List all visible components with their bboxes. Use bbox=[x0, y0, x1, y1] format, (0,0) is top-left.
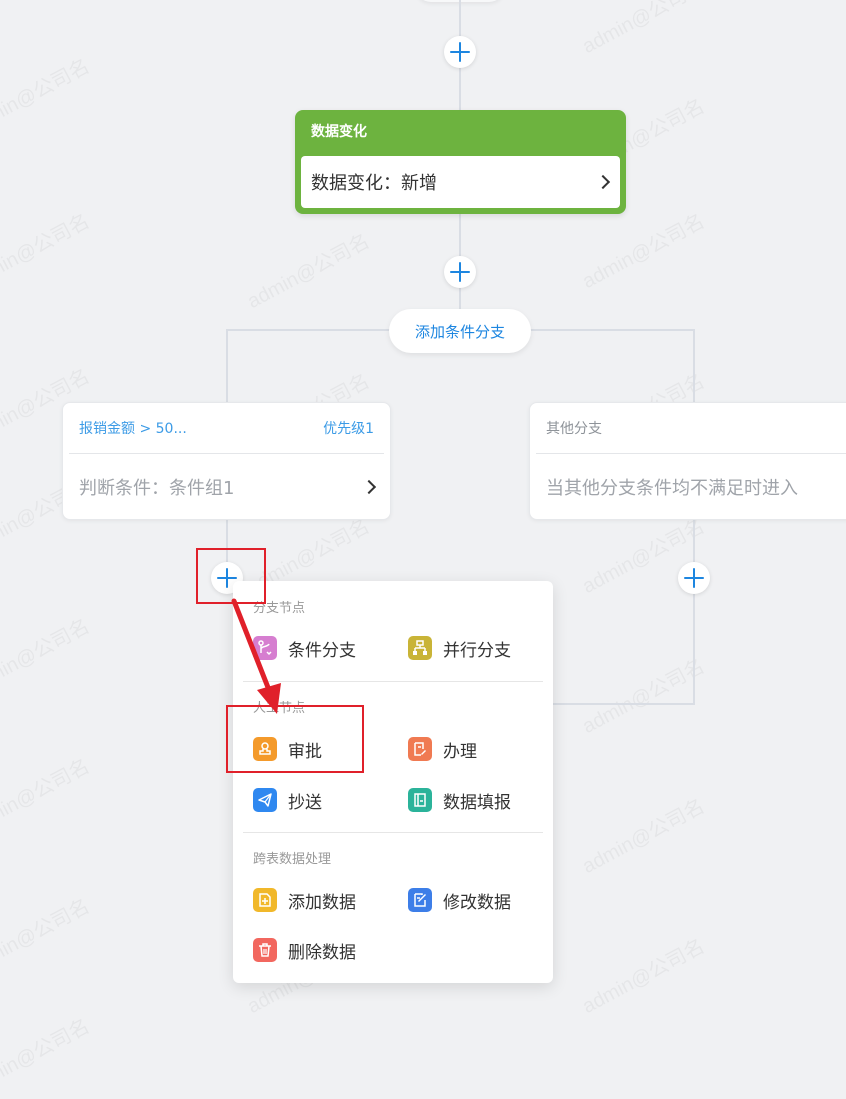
watermark: admin@公司名 bbox=[576, 0, 709, 59]
branch-priority: 优先级1 bbox=[323, 421, 374, 437]
trash-icon bbox=[253, 938, 277, 962]
menu-item-parallel-branch[interactable]: 并行分支 bbox=[408, 633, 511, 663]
branch-condition: 判断条件：条件组1 bbox=[79, 478, 235, 499]
watermark: admin@公司名 bbox=[0, 50, 94, 139]
watermark: admin@公司名 bbox=[0, 750, 94, 839]
branch-name: 其他分支 bbox=[546, 421, 602, 437]
chevron-right-icon bbox=[595, 174, 611, 190]
menu-item-delete-data[interactable]: 删除数据 bbox=[253, 935, 356, 965]
menu-item-data-fill[interactable]: 数据填报 bbox=[408, 785, 511, 815]
handle-icon bbox=[408, 737, 432, 761]
menu-item-condition-branch[interactable]: 条件分支 bbox=[253, 633, 356, 663]
highlight-box-plus bbox=[196, 548, 266, 604]
chevron-right-icon bbox=[361, 479, 377, 495]
form-icon bbox=[408, 788, 432, 812]
highlight-box-approve bbox=[226, 705, 364, 773]
watermark: admin@公司名 bbox=[0, 205, 94, 294]
watermark: admin@公司名 bbox=[0, 1010, 94, 1099]
trigger-node-description: 数据变化：新增 bbox=[311, 173, 437, 194]
divider bbox=[243, 681, 543, 682]
send-icon bbox=[253, 788, 277, 812]
add-node-button[interactable] bbox=[444, 256, 476, 288]
branch-name: 报销金额 > 50... bbox=[79, 421, 187, 437]
add-data-icon bbox=[253, 888, 277, 912]
watermark: admin@公司名 bbox=[0, 610, 94, 699]
menu-item-handle[interactable]: 办理 bbox=[408, 734, 477, 764]
trigger-node-body[interactable]: 数据变化：新增 bbox=[301, 156, 620, 208]
plus-icon bbox=[450, 262, 470, 282]
menu-item-label: 删除数据 bbox=[288, 942, 356, 963]
watermark: admin@公司名 bbox=[576, 205, 709, 294]
watermark: admin@公司名 bbox=[0, 890, 94, 979]
watermark: admin@公司名 bbox=[241, 225, 374, 314]
divider bbox=[243, 832, 543, 833]
menu-item-label: 并行分支 bbox=[443, 640, 511, 661]
connector-line bbox=[693, 519, 695, 705]
branch-card-right[interactable]: 其他分支 当其他分支条件均不满足时进入 bbox=[529, 402, 846, 520]
add-node-button-right-branch[interactable] bbox=[678, 562, 710, 594]
section-title: 跨表数据处理 bbox=[253, 852, 332, 867]
branch-icon bbox=[253, 636, 277, 660]
menu-item-label: 办理 bbox=[443, 741, 477, 762]
add-node-menu: 分支节点 条件分支 并行分支 人工节点 审批 办理 抄送 数据填报 跨表数据处理… bbox=[233, 581, 553, 983]
menu-item-label: 条件分支 bbox=[288, 640, 356, 661]
watermark: admin@公司名 bbox=[576, 790, 709, 879]
branch-card-left[interactable]: 报销金额 > 50... 优先级1 判断条件：条件组1 bbox=[62, 402, 391, 520]
connector-line bbox=[693, 329, 695, 403]
trigger-node-title: 数据变化 bbox=[311, 124, 367, 140]
connector-line bbox=[226, 329, 228, 403]
menu-item-label: 抄送 bbox=[288, 792, 322, 813]
parallel-icon bbox=[408, 636, 432, 660]
plus-icon bbox=[450, 42, 470, 62]
watermark: admin@公司名 bbox=[576, 650, 709, 739]
menu-item-cc[interactable]: 抄送 bbox=[253, 785, 322, 815]
add-node-button[interactable] bbox=[444, 36, 476, 68]
add-condition-branch-button[interactable]: 添加条件分支 bbox=[389, 309, 531, 353]
plus-icon bbox=[684, 568, 704, 588]
menu-item-edit-data[interactable]: 修改数据 bbox=[408, 885, 511, 915]
menu-item-label: 数据填报 bbox=[443, 792, 511, 813]
menu-item-label: 添加数据 bbox=[288, 892, 356, 913]
menu-item-add-data[interactable]: 添加数据 bbox=[253, 885, 356, 915]
trigger-node-card[interactable]: 数据变化 数据变化：新增 bbox=[295, 110, 626, 214]
connector-line bbox=[540, 703, 695, 705]
branch-condition: 当其他分支条件均不满足时进入 bbox=[546, 478, 798, 499]
watermark: admin@公司名 bbox=[576, 930, 709, 1019]
menu-item-label: 修改数据 bbox=[443, 892, 511, 913]
edit-data-icon bbox=[408, 888, 432, 912]
